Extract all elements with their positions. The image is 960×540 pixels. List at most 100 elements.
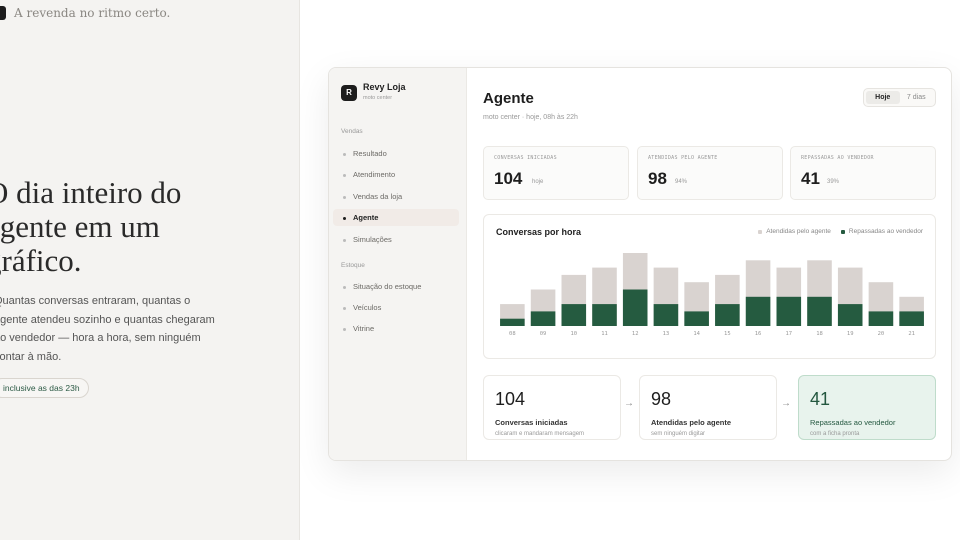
hero-headline-line: agente em um bbox=[0, 209, 160, 244]
x-tick-label: 17 bbox=[785, 331, 792, 337]
kpi-note: 94% bbox=[675, 179, 688, 185]
hero-headline: O dia inteiro do agente em um gráfico. bbox=[0, 176, 276, 278]
sidebar-item-vitrine[interactable]: Vitrine bbox=[333, 320, 459, 337]
bar-repassadas bbox=[622, 289, 648, 326]
hours-pill: inclusive as das 23h bbox=[0, 378, 89, 398]
sidebar-item-simulacoes[interactable]: Simulações bbox=[333, 231, 459, 248]
bar-repassadas bbox=[899, 311, 924, 326]
bullet-icon bbox=[343, 195, 346, 199]
legend-label: Repassadas ao vendedor bbox=[848, 228, 923, 235]
bullet-icon bbox=[343, 216, 346, 220]
x-tick-label: 20 bbox=[878, 331, 885, 337]
kpi-value: 104 bbox=[494, 169, 523, 188]
period-today-button[interactable]: Hoje bbox=[866, 91, 900, 104]
x-tick-label: 13 bbox=[663, 331, 670, 337]
legend-label: Atendidas pelo agente bbox=[766, 228, 831, 235]
hero-lead: Quantas conversas entraram, quantas o ag… bbox=[0, 292, 274, 366]
sidebar-item-vendas-da-loja[interactable]: Vendas da loja bbox=[333, 188, 459, 205]
store-name: Revy Loja bbox=[363, 82, 406, 92]
bar-repassadas bbox=[745, 296, 771, 326]
funnel-value: 98 bbox=[651, 389, 672, 409]
sidebar-item-label: Vitrine bbox=[353, 324, 375, 333]
sidebar-section-vendas: Vendas bbox=[341, 128, 363, 135]
x-tick-label: 09 bbox=[540, 331, 547, 337]
period-7-days-button[interactable]: 7 dias bbox=[900, 91, 934, 104]
hero-headline-line: O dia inteiro do bbox=[0, 175, 182, 210]
hero-lead-line: ao vendedor — hora a hora, sem ninguém bbox=[0, 332, 201, 344]
hero-panel: A revenda no ritmo certo. O dia inteiro … bbox=[0, 0, 300, 540]
bullet-icon bbox=[343, 152, 346, 156]
bar-repassadas bbox=[776, 296, 802, 326]
sidebar-item-label: Veículos bbox=[353, 303, 382, 312]
hero-headline-line: gráfico. bbox=[0, 243, 82, 278]
kpi-note: hoje bbox=[532, 179, 544, 185]
kpi-value: 41 bbox=[801, 169, 820, 188]
store-subtitle: moto center bbox=[363, 95, 393, 101]
kpi-label: REPASSADAS AO VENDEDOR bbox=[801, 155, 874, 161]
kpi-card-repassadas: REPASSADAS AO VENDEDOR 41 39% bbox=[790, 146, 936, 200]
kpi-card-conversas: CONVERSAS INICIADAS 104 hoje bbox=[483, 146, 629, 200]
sidebar-item-label: Atendimento bbox=[353, 170, 396, 179]
sidebar: R Revy Loja moto center Vendas Resultado… bbox=[329, 68, 467, 460]
tagline: A revenda no ritmo certo. bbox=[14, 6, 171, 20]
x-tick-label: 14 bbox=[693, 331, 700, 337]
bar-repassadas bbox=[868, 311, 894, 326]
x-tick-label: 08 bbox=[509, 331, 516, 337]
hero-lead-line: agente atendeu sozinho e quantas chegara… bbox=[0, 313, 215, 326]
bar-repassadas bbox=[500, 318, 525, 326]
bar-repassadas bbox=[684, 311, 709, 326]
chart-legend: Atendidas pelo agente Repassadas ao vend… bbox=[758, 228, 923, 235]
bar-repassadas bbox=[561, 304, 587, 326]
bullet-icon bbox=[343, 285, 346, 289]
arrow-right-icon: → bbox=[624, 398, 634, 409]
funnel-sub: clicaram e mandaram mensagem bbox=[495, 431, 585, 437]
x-tick-label: 19 bbox=[847, 331, 854, 337]
sidebar-item-label: Simulações bbox=[353, 235, 392, 244]
bar-repassadas bbox=[715, 304, 740, 326]
x-tick-label: 15 bbox=[724, 331, 731, 337]
bar-repassadas bbox=[653, 304, 679, 326]
kpi-value: 98 bbox=[648, 169, 667, 188]
funnel-value: 104 bbox=[495, 389, 526, 409]
funnel-label: Conversas iniciadas bbox=[495, 418, 568, 427]
funnel-card-atendidas: 98 Atendidas pelo agente sem ninguém dig… bbox=[639, 375, 777, 440]
brand-logo-icon bbox=[0, 6, 6, 20]
bar-repassadas bbox=[592, 304, 617, 326]
legend-item: Atendidas pelo agente bbox=[758, 228, 831, 235]
x-tick-label: 21 bbox=[908, 331, 915, 337]
funnel-label: Atendidas pelo agente bbox=[651, 418, 732, 427]
x-tick-label: 16 bbox=[755, 331, 762, 337]
funnel-sub: sem ninguém digitar bbox=[651, 431, 706, 437]
sidebar-item-label: Agente bbox=[353, 213, 379, 222]
hero-lead-line: Quantas conversas entraram, quantas o bbox=[0, 295, 191, 307]
main-content: Agente moto center · hoje, 08h às 22h Ho… bbox=[467, 68, 951, 460]
x-tick-label: 12 bbox=[632, 331, 639, 337]
bar-repassadas bbox=[837, 304, 863, 326]
page-subtitle: moto center · hoje, 08h às 22h bbox=[483, 114, 578, 121]
kpi-note: 39% bbox=[827, 179, 840, 185]
chart-title: Conversas por hora bbox=[496, 227, 582, 237]
funnel-value: 41 bbox=[810, 389, 831, 409]
sidebar-item-atendimento[interactable]: Atendimento bbox=[333, 166, 459, 183]
x-tick-label: 10 bbox=[570, 331, 577, 337]
kpi-card-atendidas: ATENDIDAS PELO AGENTE 98 94% bbox=[637, 146, 783, 200]
bar-repassadas bbox=[530, 311, 556, 326]
sidebar-item-resultado[interactable]: Resultado bbox=[333, 145, 459, 162]
legend-item: Repassadas ao vendedor bbox=[840, 228, 923, 235]
hero-lead-line: contar à mão. bbox=[0, 350, 62, 363]
funnel-label: Repassadas ao vendedor bbox=[810, 418, 896, 427]
sidebar-item-label: Resultado bbox=[353, 149, 387, 158]
bullet-icon bbox=[343, 306, 346, 310]
sidebar-item-label: Situação do estoque bbox=[353, 282, 422, 291]
arrow-right-icon: → bbox=[781, 398, 791, 409]
store-logo-icon: R bbox=[341, 85, 357, 101]
sidebar-item-agente[interactable]: Agente bbox=[333, 209, 459, 226]
sidebar-item-veiculos[interactable]: Veículos bbox=[333, 299, 459, 316]
bullet-icon bbox=[343, 238, 346, 242]
sidebar-item-label: Vendas da loja bbox=[353, 192, 403, 201]
legend-swatch-icon bbox=[840, 229, 845, 234]
x-tick-label: 11 bbox=[601, 331, 608, 337]
bullet-icon bbox=[343, 327, 346, 331]
sidebar-item-situacao-do-estoque[interactable]: Situação do estoque bbox=[333, 278, 459, 295]
legend-swatch-icon bbox=[758, 229, 763, 234]
